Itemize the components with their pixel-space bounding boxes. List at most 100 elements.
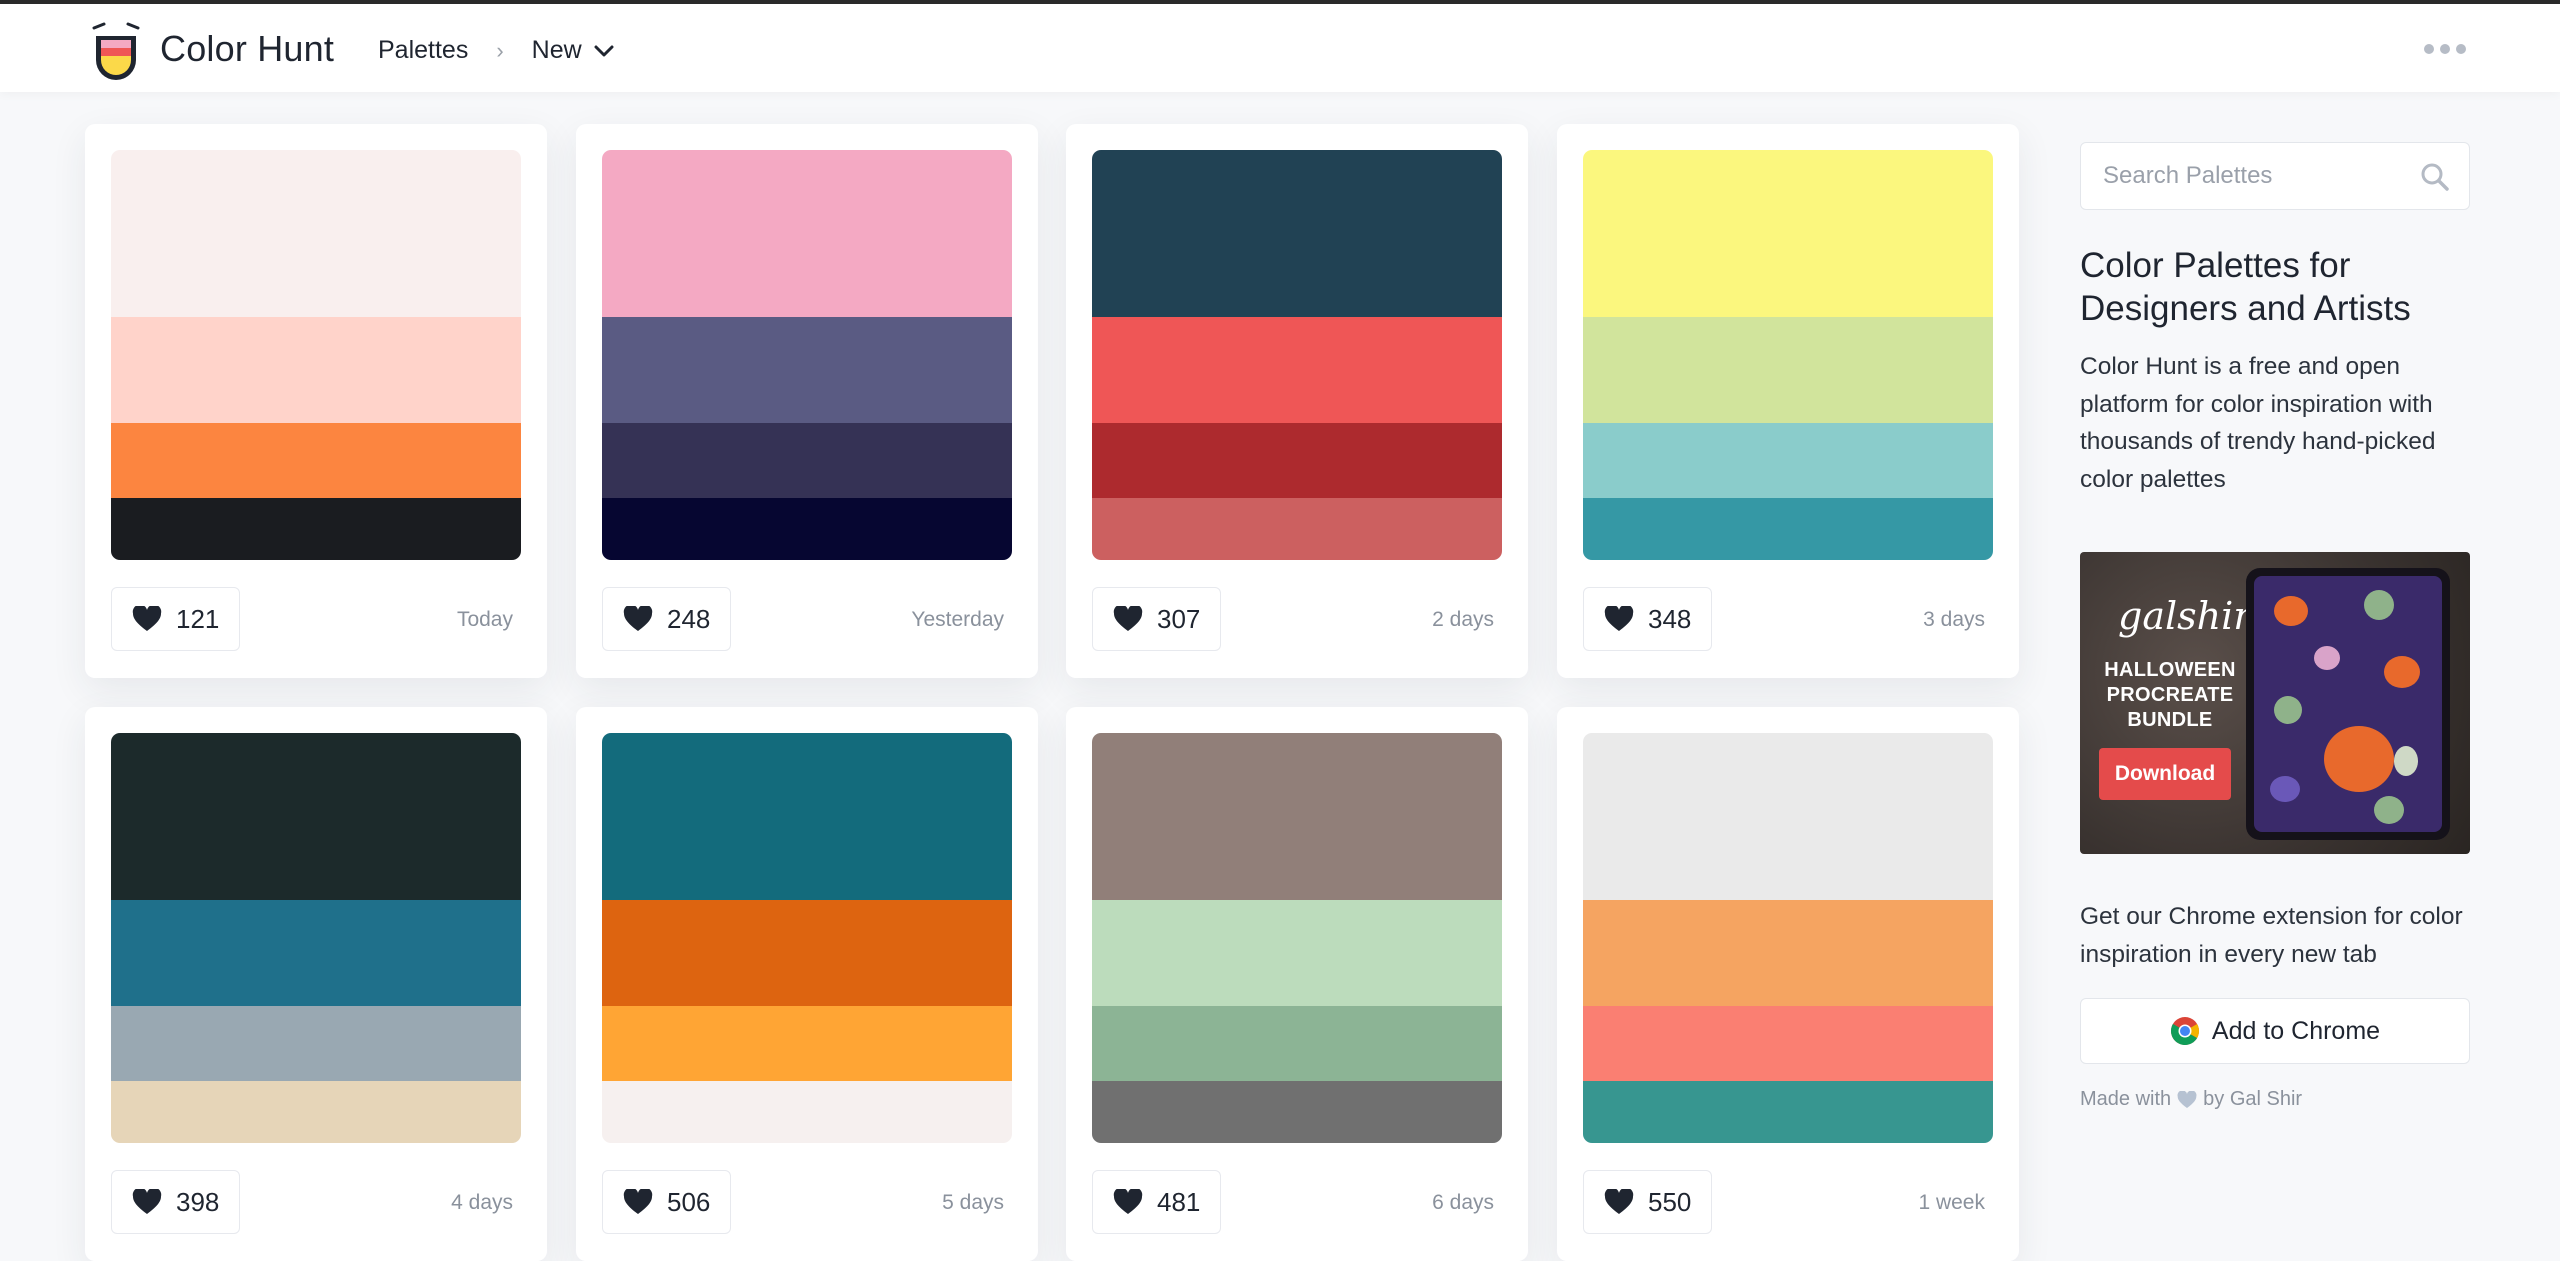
- made-by-author[interactable]: by Gal Shir: [2203, 1088, 2302, 1111]
- color-band[interactable]: [1583, 423, 1993, 498]
- heart-icon: [1604, 1189, 1634, 1214]
- color-band[interactable]: [1092, 1006, 1502, 1081]
- color-band[interactable]: [1092, 498, 1502, 560]
- heart-icon: [132, 1189, 162, 1214]
- palette-swatch-group[interactable]: [1583, 733, 1993, 1143]
- like-count: 398: [176, 1186, 220, 1217]
- color-band[interactable]: [111, 1081, 521, 1143]
- like-count: 121: [176, 603, 220, 634]
- color-band[interactable]: [602, 733, 1012, 900]
- ad-script-logo: galshir: [2118, 594, 2252, 638]
- palette-swatch-group[interactable]: [1583, 150, 1993, 560]
- palette-swatch-group[interactable]: [602, 733, 1012, 1143]
- color-band[interactable]: [111, 423, 521, 498]
- color-band[interactable]: [1583, 900, 1993, 1006]
- sidebar-description: Color Hunt is a free and open platform f…: [2080, 353, 2436, 493]
- color-band[interactable]: [1092, 317, 1502, 423]
- heart-icon: [1113, 1189, 1143, 1214]
- color-band[interactable]: [602, 317, 1012, 423]
- color-band[interactable]: [1092, 733, 1502, 900]
- heart-icon: [132, 606, 162, 631]
- ad-headline: HALLOWEEN PROCREATE BUNDLE: [2104, 659, 2236, 731]
- like-button[interactable]: 550: [1583, 1170, 1713, 1234]
- add-to-chrome-button[interactable]: Add to Chrome: [2080, 998, 2470, 1064]
- search-box: [2080, 142, 2470, 210]
- color-band[interactable]: [602, 423, 1012, 498]
- breadcrumb: Palettes › New: [378, 36, 614, 65]
- chevron-down-icon: [594, 45, 614, 56]
- color-hunt-logo-icon[interactable]: [90, 22, 142, 82]
- add-to-chrome-label: Add to Chrome: [2211, 1016, 2381, 1045]
- chrome-extension-text: Get our Chrome extension for color inspi…: [2080, 903, 2463, 968]
- sort-filter-dropdown[interactable]: New: [532, 36, 614, 65]
- heart-icon: [623, 606, 653, 631]
- color-band[interactable]: [602, 498, 1012, 560]
- color-band[interactable]: [1583, 150, 1993, 317]
- heart-icon: [1604, 606, 1634, 631]
- chrome-icon: [2170, 1017, 2199, 1045]
- heart-icon: [1113, 606, 1143, 631]
- halloween-ad-banner[interactable]: galshir HALLOWEEN PROCREATE BUNDLE Downl…: [2080, 552, 2470, 854]
- brand-name[interactable]: Color Hunt: [160, 28, 334, 70]
- heart-icon: [623, 1189, 653, 1214]
- palette-date: 6 days: [1432, 1191, 1494, 1214]
- search-icon[interactable]: [2419, 161, 2451, 193]
- like-button[interactable]: 398: [111, 1170, 241, 1234]
- like-button[interactable]: 506: [602, 1170, 732, 1234]
- like-count: 248: [667, 603, 711, 634]
- color-band[interactable]: [1583, 317, 1993, 423]
- like-button[interactable]: 248: [602, 587, 732, 651]
- palette-card: 307 2 days: [1066, 124, 1528, 678]
- color-band[interactable]: [602, 150, 1012, 317]
- like-count: 550: [1648, 1186, 1692, 1217]
- color-band[interactable]: [1092, 1081, 1502, 1143]
- breadcrumb-palettes[interactable]: Palettes: [378, 36, 468, 65]
- color-band[interactable]: [602, 1081, 1012, 1143]
- palette-card: 398 4 days: [85, 707, 547, 1261]
- color-band[interactable]: [602, 1006, 1012, 1081]
- breadcrumb-separator: ›: [496, 37, 504, 63]
- color-band[interactable]: [1092, 423, 1502, 498]
- like-count: 348: [1648, 603, 1692, 634]
- like-button[interactable]: 348: [1583, 587, 1713, 651]
- ad-download-button[interactable]: Download: [2099, 748, 2231, 800]
- color-band[interactable]: [1583, 498, 1993, 560]
- palette-card: 121 Today: [85, 124, 547, 678]
- color-band[interactable]: [111, 733, 521, 900]
- palette-card: 248 Yesterday: [576, 124, 1038, 678]
- more-dots-icon[interactable]: [2424, 44, 2466, 54]
- color-band[interactable]: [111, 317, 521, 423]
- palette-date: 2 days: [1432, 608, 1494, 631]
- top-header: Color Hunt Palettes › New: [0, 4, 2560, 92]
- color-band[interactable]: [1583, 1081, 1993, 1143]
- made-with-credit: Made with by Gal Shir: [2080, 1088, 2302, 1111]
- like-count: 506: [667, 1186, 711, 1217]
- color-band[interactable]: [1092, 900, 1502, 1006]
- sort-filter-label: New: [531, 36, 582, 64]
- palette-date: 3 days: [1923, 608, 1985, 631]
- color-band[interactable]: [111, 150, 521, 317]
- palette-swatch-group[interactable]: [1092, 150, 1502, 560]
- palette-swatch-group[interactable]: [1092, 733, 1502, 1143]
- palette-swatch-group[interactable]: [111, 150, 521, 560]
- palette-date: 5 days: [942, 1191, 1004, 1214]
- color-band[interactable]: [602, 900, 1012, 1006]
- like-button[interactable]: 307: [1092, 587, 1222, 651]
- like-count: 481: [1157, 1186, 1201, 1217]
- palette-swatch-group[interactable]: [602, 150, 1012, 560]
- palette-date: Yesterday: [911, 608, 1004, 631]
- color-band[interactable]: [1583, 733, 1993, 900]
- palette-card: 506 5 days: [576, 707, 1038, 1261]
- sidebar-title: Color Palettes for Designers and Artists: [2080, 246, 2411, 328]
- color-band[interactable]: [111, 498, 521, 560]
- search-input[interactable]: [2103, 143, 2403, 209]
- made-with-prefix: Made with: [2080, 1088, 2172, 1110]
- palette-swatch-group[interactable]: [111, 733, 521, 1143]
- like-button[interactable]: 481: [1092, 1170, 1222, 1234]
- color-band[interactable]: [1583, 1006, 1993, 1081]
- color-band[interactable]: [1092, 150, 1502, 317]
- color-band[interactable]: [111, 900, 521, 1006]
- color-band[interactable]: [111, 1006, 521, 1081]
- like-button[interactable]: 121: [111, 587, 241, 651]
- like-count: 307: [1157, 603, 1201, 634]
